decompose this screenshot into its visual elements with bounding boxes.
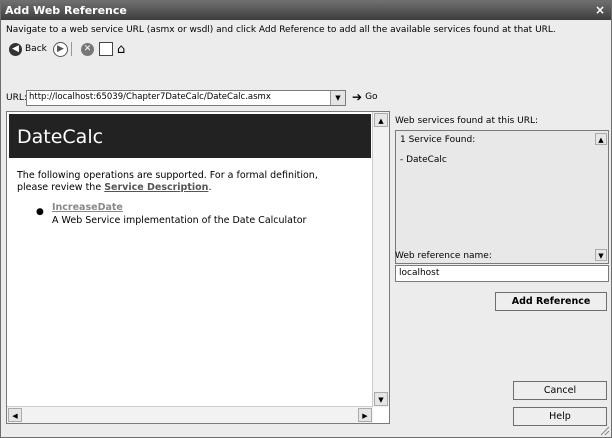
go-button[interactable]: ➔ Go	[352, 89, 378, 105]
service-intro: The following operations are supported. …	[17, 170, 367, 194]
go-arrow-icon: ➔	[352, 90, 363, 104]
reference-name-value: localhost	[399, 268, 440, 278]
forward-arrow-icon: ▶	[53, 41, 68, 57]
browser-pane[interactable]: DateCalc The following operations are su…	[6, 111, 390, 424]
title-bar: Add Web Reference ×	[1, 1, 611, 20]
services-list[interactable]: 1 Service Found: - DateCalc ▲ ▼	[395, 130, 609, 264]
home-icon: ⌂	[117, 41, 126, 57]
scroll-up-icon[interactable]: ▲	[374, 113, 388, 127]
service-heading: DateCalc	[17, 126, 104, 148]
back-label: Back	[25, 44, 47, 54]
stop-icon: ✕	[81, 42, 94, 56]
intro-period: .	[208, 182, 212, 193]
vertical-scrollbar[interactable]: ▲ ▼	[372, 112, 389, 407]
service-header: DateCalc	[9, 114, 371, 158]
go-label: Go	[365, 92, 378, 102]
add-web-reference-dialog: Add Web Reference × Navigate to a web se…	[0, 0, 612, 438]
service-item: - DateCalc	[400, 155, 447, 165]
dialog-title: Add Web Reference	[5, 4, 127, 17]
cancel-button[interactable]: Cancel	[513, 381, 607, 400]
url-label: URL:	[6, 93, 27, 103]
list-scroll-down-icon[interactable]: ▼	[595, 249, 607, 261]
chevron-down-icon[interactable]: ▼	[330, 91, 345, 105]
intro-text: please review the	[17, 182, 105, 193]
stop-button[interactable]: ✕	[81, 41, 94, 57]
bullet-icon: ●	[36, 207, 44, 217]
refresh-button[interactable]	[99, 41, 113, 57]
close-icon[interactable]: ×	[593, 2, 607, 18]
services-found-text: 1 Service Found:	[400, 135, 476, 145]
url-combobox[interactable]: http://localhost:65039/Chapter7DateCalc/…	[26, 90, 346, 106]
back-arrow-icon: ◀	[9, 42, 22, 56]
forward-button[interactable]: ▶	[53, 41, 68, 57]
intro-line-2: please review the Service Description.	[17, 182, 367, 194]
operation-link[interactable]: IncreaseDate	[52, 202, 123, 213]
back-button[interactable]: ◀ Back	[9, 41, 47, 57]
scroll-down-icon[interactable]: ▼	[374, 392, 388, 406]
home-button[interactable]: ⌂	[117, 41, 125, 57]
services-label: Web services found at this URL:	[395, 116, 539, 126]
reference-name-label: Web reference name:	[395, 251, 492, 261]
intro-line-1: The following operations are supported. …	[17, 170, 318, 181]
help-button[interactable]: Help	[513, 407, 607, 426]
service-description-link[interactable]: Service Description	[104, 182, 208, 193]
refresh-icon	[99, 42, 113, 56]
scroll-left-icon[interactable]: ◀	[8, 408, 22, 422]
add-reference-button[interactable]: Add Reference	[495, 292, 607, 311]
operation-description: A Web Service implementation of the Date…	[52, 215, 307, 226]
resize-grip-icon[interactable]	[598, 424, 610, 436]
list-scroll-up-icon[interactable]: ▲	[595, 133, 607, 145]
separator	[71, 41, 72, 57]
horizontal-scrollbar[interactable]: ◀ ▶	[7, 406, 373, 423]
url-input[interactable]: http://localhost:65039/Chapter7DateCalc/…	[29, 92, 271, 102]
instruction-text: Navigate to a web service URL (asmx or w…	[6, 25, 556, 35]
reference-name-input[interactable]: localhost	[395, 265, 609, 282]
scroll-right-icon[interactable]: ▶	[358, 408, 372, 422]
